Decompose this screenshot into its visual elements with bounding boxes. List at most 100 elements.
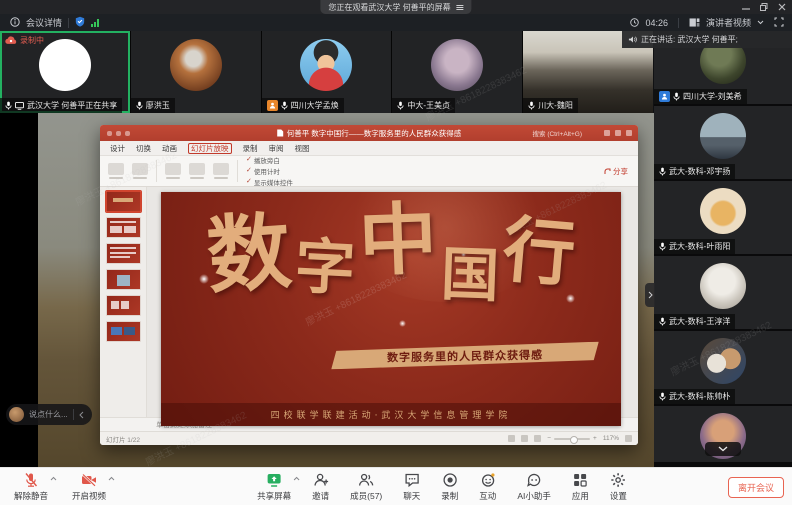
apps-button[interactable]: 应用 [572, 472, 589, 502]
members-button[interactable]: 成员(57) [350, 472, 382, 502]
slide-title: 数字中国行 [161, 204, 621, 288]
smiley-icon [480, 472, 496, 488]
slide-thumbnail[interactable] [106, 295, 141, 316]
chevron-up-icon[interactable] [50, 476, 57, 481]
view-mode-selector[interactable]: 演讲者视频 [689, 16, 764, 29]
chevron-down-icon [757, 20, 764, 25]
mic-icon [659, 167, 666, 176]
slide-thumbnail[interactable] [106, 321, 141, 342]
network-signal-icon [91, 19, 99, 27]
participant-name: 四川大学孟焕 [291, 100, 339, 111]
start-video-button[interactable]: 开启视频 [72, 472, 106, 502]
share-button[interactable]: 分享 [604, 166, 628, 177]
share-screen-button[interactable]: 共享屏幕 [257, 472, 291, 502]
info-icon[interactable] [10, 17, 20, 29]
settings-button[interactable]: 设置 [610, 472, 627, 502]
chevron-up-icon[interactable] [293, 476, 300, 481]
participant-name: 川大-魏阳 [538, 100, 573, 111]
chevron-right-icon [648, 291, 653, 299]
ai-assistant-button[interactable]: AI小助手 [517, 472, 551, 502]
participant-name: 武汉大学 何善平正在共享 [27, 100, 117, 111]
screen-share-icon [15, 102, 24, 110]
restore-button[interactable] [760, 3, 768, 11]
view-sorter-icon[interactable] [521, 435, 528, 442]
close-icon[interactable] [778, 3, 786, 11]
video-tile[interactable]: 中大-王美贞 [392, 31, 522, 113]
video-tile[interactable] [654, 406, 792, 462]
fullscreen-icon[interactable] [774, 17, 784, 29]
wps-search[interactable]: 搜索 (Ctrl+Alt+G) [533, 128, 582, 138]
layout-icon [689, 18, 700, 27]
view-play-icon[interactable] [534, 435, 541, 442]
video-tile-presenter[interactable]: 录制中 武汉大学 何善平正在共享 [0, 31, 130, 113]
video-tile[interactable]: 四川大学孟焕 [262, 31, 392, 113]
current-slide: 数字中国行 数字服务里的人民群众获得感 四校联学联建活动·武汉大学信息管理学院 [161, 192, 621, 426]
slide-thumbnail[interactable] [106, 243, 141, 264]
option-timings[interactable]: ✓使用计时 [246, 166, 293, 176]
ribbon-button[interactable] [108, 163, 124, 179]
minimize-button[interactable] [742, 3, 750, 11]
sidebar-collapse-handle[interactable] [645, 283, 655, 307]
watching-banner[interactable]: 您正在观看武汉大学 何善平的屏幕 [320, 0, 471, 14]
tab-view[interactable]: 视图 [295, 143, 310, 154]
leave-meeting-button[interactable]: 离开会议 [728, 477, 784, 498]
mic-icon [136, 101, 143, 110]
quick-chat-bubble[interactable]: 说点什么... [6, 404, 92, 425]
record-button[interactable]: 录制 [441, 472, 458, 502]
slide-footer: 四校联学联建活动·武汉大学信息管理学院 [161, 403, 621, 426]
share-screen-icon [266, 472, 282, 488]
avatar [300, 39, 352, 91]
watching-banner-text: 您正在观看武汉大学 何善平的屏幕 [328, 2, 450, 13]
slide-thumbnail[interactable] [106, 217, 141, 238]
gear-icon [610, 472, 626, 488]
option-media-controls[interactable]: ✓显示媒体控件 [246, 177, 293, 187]
ribbon-button[interactable] [189, 163, 205, 179]
option-narration[interactable]: ✓播放旁白 [246, 155, 293, 165]
wps-window-buttons[interactable] [604, 130, 632, 136]
chevron-up-icon[interactable] [108, 476, 115, 481]
view-normal-icon[interactable] [508, 435, 515, 442]
tab-slideshow[interactable]: 幻灯片放映 [188, 143, 232, 154]
video-tile[interactable]: 武大-数科-邓宇扬 [654, 106, 792, 179]
slide-thumbnail[interactable] [106, 269, 141, 290]
mic-icon [397, 101, 404, 110]
slide-counter: 幻灯片 1/22 [106, 434, 140, 444]
scroll-more-button[interactable] [705, 442, 741, 456]
recording-label: 录制中 [20, 35, 44, 46]
video-tile[interactable]: 武大-数科-陈帅朴 [654, 331, 792, 404]
fit-window-icon[interactable] [625, 435, 632, 442]
video-strip: 录制中 武汉大学 何善平正在共享 廖洪玉 四川大学孟焕 [0, 31, 653, 113]
chevron-left-icon[interactable] [79, 411, 84, 419]
document-title: 何善平 数字中国行——数字服务里的人民群众获得感 [277, 128, 462, 139]
tab-design[interactable]: 设计 [110, 143, 125, 154]
bottom-toolbar: 解除静音 开启视频 共享屏幕 邀请 成员(57) [0, 467, 792, 505]
meeting-details-link[interactable]: 会议详情 [26, 16, 62, 29]
ribbon-button[interactable] [132, 163, 148, 179]
reactions-button[interactable]: 互动 [479, 472, 496, 502]
share-arrow-icon [604, 168, 611, 175]
tab-transition[interactable]: 切换 [136, 143, 151, 154]
shield-check-icon[interactable] [75, 16, 85, 29]
ribbon-button[interactable] [165, 163, 181, 179]
window-titlebar: 您正在观看武汉大学 何善平的屏幕 [0, 0, 792, 14]
banner-menu-icon[interactable] [457, 5, 464, 10]
slide-canvas: 数字中国行 数字服务里的人民群众获得感 四校联学联建活动·武汉大学信息管理学院 [147, 187, 638, 417]
participant-name: 中大-王美贞 [407, 100, 450, 111]
ribbon-button[interactable] [213, 163, 229, 179]
video-tile[interactable]: 武大-数科-叶雨阳 [654, 181, 792, 254]
slide-thumbnail[interactable] [106, 191, 141, 212]
zoom-slider[interactable]: −+ [547, 435, 597, 442]
mic-icon [528, 101, 535, 110]
tab-record[interactable]: 录制 [243, 143, 258, 154]
unmute-button[interactable]: 解除静音 [14, 472, 48, 502]
chat-button[interactable]: 聊天 [403, 472, 420, 502]
clock-icon [630, 18, 639, 27]
tab-review[interactable]: 审阅 [269, 143, 284, 154]
chat-input-placeholder[interactable]: 说点什么... [29, 409, 68, 420]
tab-animation[interactable]: 动画 [162, 143, 177, 154]
invite-button[interactable]: 邀请 [312, 472, 329, 502]
video-tile[interactable]: 廖洪玉 [131, 31, 261, 113]
members-icon [358, 472, 374, 488]
video-tile[interactable]: 武大-数科-王淳洋 [654, 256, 792, 329]
mic-off-icon [23, 472, 39, 488]
